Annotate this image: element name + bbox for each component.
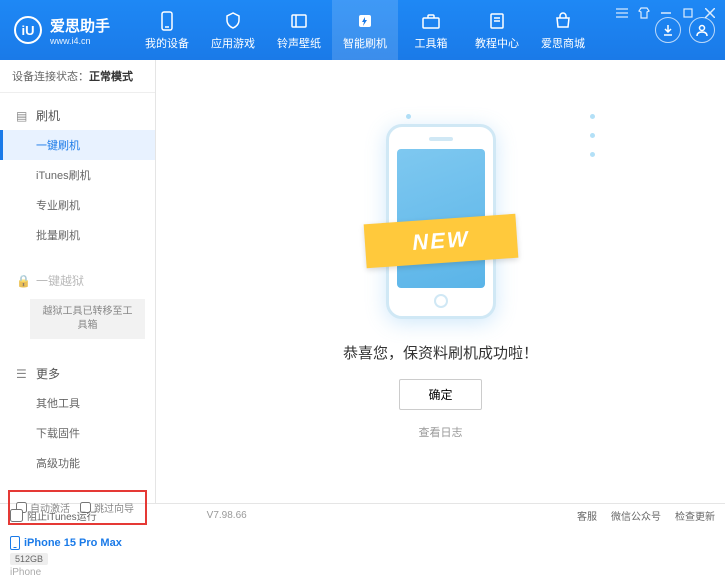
version-label: V7.98.66 xyxy=(207,510,247,521)
maximize-icon[interactable] xyxy=(681,6,695,20)
sidebar-header-jailbreak: 🔒 一键越狱 xyxy=(0,266,155,295)
device-info: iPhone 15 Pro Max 512GB iPhone xyxy=(0,529,155,584)
media-icon xyxy=(288,10,310,32)
sidebar-header-more[interactable]: ☰ 更多 xyxy=(0,359,155,388)
jailbreak-moved-note: 越狱工具已转移至工具箱 xyxy=(30,299,145,339)
flash-icon xyxy=(354,10,376,32)
nav-store[interactable]: 爱思商城 xyxy=(530,0,596,60)
block-itunes-checkbox[interactable]: 阻止iTunes运行 xyxy=(10,508,97,523)
view-log-link[interactable]: 查看日志 xyxy=(419,424,463,440)
device-type: iPhone xyxy=(10,567,145,578)
main-content: NEW 恭喜您，保资料刷机成功啦！ 确定 查看日志 xyxy=(156,60,725,503)
sidebar-item-advanced[interactable]: 高级功能 xyxy=(0,448,155,478)
book-icon xyxy=(486,10,508,32)
device-phone-icon xyxy=(10,536,20,550)
logo-icon: iU xyxy=(14,16,42,44)
device-name: iPhone 15 Pro Max xyxy=(24,537,122,549)
lock-icon: 🔒 xyxy=(16,274,30,288)
nav-tutorials[interactable]: 教程中心 xyxy=(464,0,530,60)
menu-icon[interactable] xyxy=(615,6,629,20)
device-storage: 512GB xyxy=(10,553,48,565)
phone-icon xyxy=(156,10,178,32)
apps-icon xyxy=(222,10,244,32)
download-button[interactable] xyxy=(655,17,681,43)
nav-my-device[interactable]: 我的设备 xyxy=(134,0,200,60)
toolbox-icon xyxy=(420,10,442,32)
sidebar-item-itunes[interactable]: iTunes刷机 xyxy=(0,160,155,190)
footer-link-support[interactable]: 客服 xyxy=(577,508,597,523)
sidebar-item-oneclick[interactable]: 一键刷机 xyxy=(0,130,155,160)
connection-status: 设备连接状态：正常模式 xyxy=(0,60,155,93)
store-icon xyxy=(552,10,574,32)
sidebar-item-othertools[interactable]: 其他工具 xyxy=(0,388,155,418)
sidebar-header-flash[interactable]: ▤ 刷机 xyxy=(0,101,155,130)
nav-ringtones[interactable]: 铃声壁纸 xyxy=(266,0,332,60)
app-logo: iU 爱思助手 www.i4.cn xyxy=(0,15,124,46)
nav-toolbox[interactable]: 工具箱 xyxy=(398,0,464,60)
decoration-dots xyxy=(590,100,595,171)
footer-link-wechat[interactable]: 微信公众号 xyxy=(611,508,661,523)
nav-apps[interactable]: 应用游戏 xyxy=(200,0,266,60)
list-icon: ☰ xyxy=(16,367,30,381)
user-button[interactable] xyxy=(689,17,715,43)
top-nav: 我的设备 应用游戏 铃声壁纸 智能刷机 工具箱 教程中心 爱思商城 xyxy=(134,0,596,60)
sidebar: 设备连接状态：正常模式 ▤ 刷机 一键刷机 iTunes刷机 专业刷机 批量刷机… xyxy=(0,60,156,503)
nav-flash[interactable]: 智能刷机 xyxy=(332,0,398,60)
skin-icon[interactable] xyxy=(637,6,651,20)
ok-button[interactable]: 确定 xyxy=(399,379,481,410)
app-subtitle: www.i4.cn xyxy=(50,36,110,46)
sidebar-item-batch[interactable]: 批量刷机 xyxy=(0,220,155,250)
sidebar-item-pro[interactable]: 专业刷机 xyxy=(0,190,155,220)
sidebar-item-firmware[interactable]: 下载固件 xyxy=(0,418,155,448)
phone-illustration: NEW xyxy=(371,124,511,324)
success-message: 恭喜您，保资料刷机成功啦！ xyxy=(343,342,538,363)
doc-icon: ▤ xyxy=(16,109,30,123)
app-title: 爱思助手 xyxy=(50,15,110,36)
footer-link-update[interactable]: 检查更新 xyxy=(675,508,715,523)
